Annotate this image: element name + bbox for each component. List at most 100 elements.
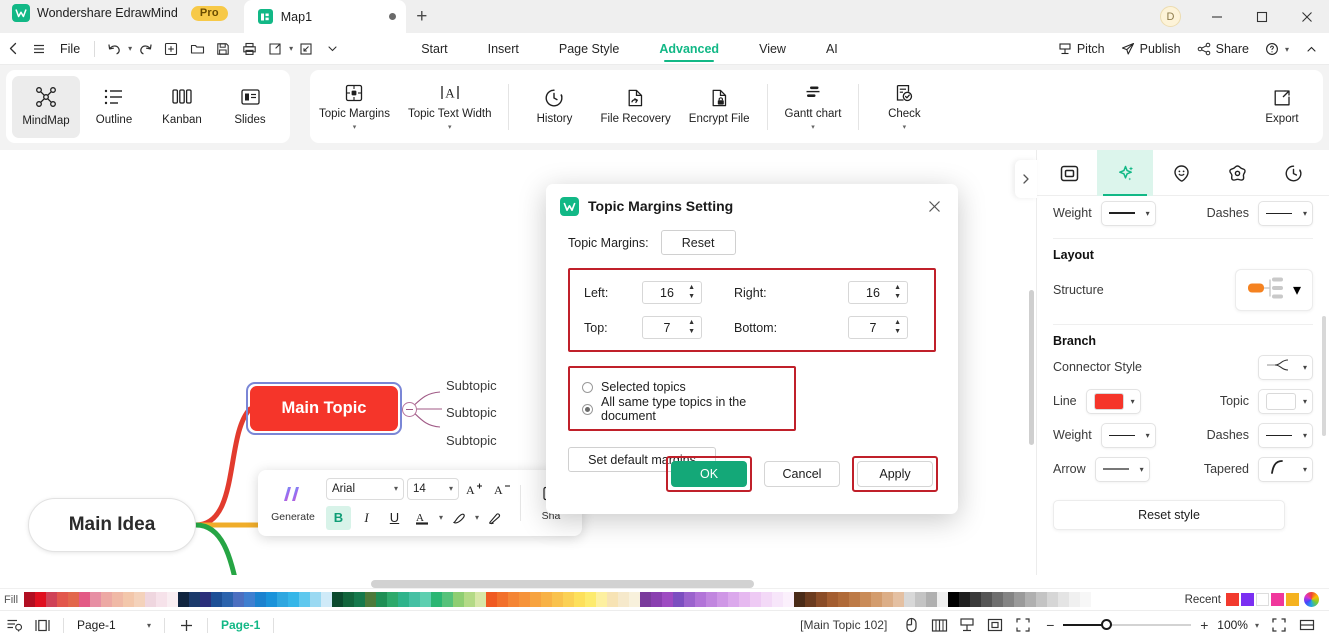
topic-text-width-caret-icon[interactable]: ▾	[448, 124, 452, 131]
export-share-icon[interactable]	[262, 36, 288, 62]
color-swatch[interactable]	[596, 592, 607, 607]
color-swatch[interactable]	[1036, 592, 1047, 607]
presentation-icon[interactable]	[953, 611, 981, 639]
history-button[interactable]: History	[517, 70, 591, 143]
color-swatch[interactable]	[651, 592, 662, 607]
reset-style-button[interactable]: Reset style	[1053, 500, 1285, 530]
color-swatch[interactable]	[783, 592, 794, 607]
color-swatch[interactable]	[948, 592, 959, 607]
apply-button[interactable]: Apply	[857, 461, 933, 487]
color-swatch[interactable]	[684, 592, 695, 607]
zoom-level-value[interactable]: 100%	[1217, 618, 1248, 632]
color-swatch[interactable]	[926, 592, 937, 607]
check-caret-icon[interactable]: ▾	[903, 124, 907, 131]
canvas-vertical-scrollbar[interactable]	[1029, 290, 1034, 445]
ai-generate-button[interactable]: Generate	[264, 474, 322, 532]
file-menu[interactable]: File	[52, 42, 88, 56]
gantt-chart-button[interactable]: Gantt chart ▾	[776, 70, 851, 143]
color-swatch[interactable]	[288, 592, 299, 607]
color-swatch[interactable]	[167, 592, 178, 607]
color-swatch[interactable]	[717, 592, 728, 607]
view-mindmap-button[interactable]: MindMap	[12, 75, 80, 138]
share-button[interactable]: Share	[1190, 33, 1256, 65]
spinner-arrows-icon[interactable]: ▲ ▼	[894, 284, 901, 300]
color-swatch[interactable]	[156, 592, 167, 607]
color-swatch[interactable]	[178, 592, 189, 607]
color-swatch[interactable]	[739, 592, 750, 607]
color-swatch[interactable]	[871, 592, 882, 607]
subtopic-red-1[interactable]: Subtopic	[446, 378, 497, 393]
weight-select-top[interactable]: ▾	[1100, 200, 1156, 226]
recent-color-swatch[interactable]	[1256, 593, 1269, 606]
color-swatch[interactable]	[409, 592, 420, 607]
open-folder-icon[interactable]	[184, 36, 210, 62]
zoom-slider[interactable]	[1063, 619, 1192, 630]
recent-color-swatch[interactable]	[1226, 593, 1239, 606]
zoom-in-button[interactable]: +	[1197, 617, 1211, 633]
node-main-idea[interactable]: Main Idea	[28, 498, 196, 552]
redo-icon[interactable]	[132, 36, 158, 62]
subtopic-red-2[interactable]: Subtopic	[446, 405, 497, 420]
color-swatch[interactable]	[244, 592, 255, 607]
color-swatch[interactable]	[299, 592, 310, 607]
bold-button[interactable]: B	[326, 505, 351, 530]
color-swatch[interactable]	[662, 592, 673, 607]
panel-vertical-scrollbar[interactable]	[1322, 316, 1326, 436]
zoom-dropdown-caret[interactable]: ▾	[1255, 621, 1259, 630]
publish-button[interactable]: Publish	[1114, 33, 1188, 65]
color-swatch[interactable]	[1047, 592, 1058, 607]
color-swatch[interactable]	[1080, 592, 1091, 607]
color-swatch[interactable]	[101, 592, 112, 607]
fit-to-window-icon[interactable]	[1265, 611, 1293, 639]
color-swatch[interactable]	[849, 592, 860, 607]
reset-button[interactable]: Reset	[660, 230, 736, 255]
color-swatch[interactable]	[123, 592, 134, 607]
check-button[interactable]: Check ▾	[867, 70, 941, 143]
color-swatch[interactable]	[486, 592, 497, 607]
spinner-arrows-icon[interactable]: ▲ ▼	[688, 319, 695, 335]
gantt-chart-caret-icon[interactable]: ▾	[811, 124, 815, 131]
view-kanban-button[interactable]: Kanban	[148, 76, 216, 138]
color-swatch[interactable]	[750, 592, 761, 607]
color-swatch[interactable]	[794, 592, 805, 607]
radio-button-checked[interactable]	[582, 403, 593, 415]
color-swatch[interactable]	[35, 592, 46, 607]
color-swatch[interactable]	[365, 592, 376, 607]
color-swatch[interactable]	[981, 592, 992, 607]
increase-font-size-button[interactable]: A	[462, 477, 487, 501]
bottom-margin-spinner[interactable]: 7 ▲ ▼	[848, 316, 908, 339]
color-swatch[interactable]	[442, 592, 453, 607]
color-swatch[interactable]	[563, 592, 574, 607]
color-swatch[interactable]	[618, 592, 629, 607]
add-page-button[interactable]	[172, 611, 200, 639]
color-swatch[interactable]	[343, 592, 354, 607]
color-swatch[interactable]	[354, 592, 365, 607]
collapse-ribbon-button[interactable]	[1298, 33, 1325, 65]
font-size-select[interactable]: 14 ▾	[407, 477, 459, 500]
tab-ai[interactable]: AI	[806, 33, 858, 65]
color-swatch[interactable]	[453, 592, 464, 607]
tab-start[interactable]: Start	[401, 33, 467, 65]
radio-button-unchecked[interactable]	[582, 381, 593, 393]
color-swatch[interactable]	[332, 592, 343, 607]
font-color-button[interactable]: A	[410, 506, 435, 530]
color-swatch[interactable]	[915, 592, 926, 607]
font-color-caret-icon[interactable]: ▾	[439, 513, 443, 522]
topic-color-select[interactable]: ▾	[1258, 388, 1313, 414]
color-swatch[interactable]	[706, 592, 717, 607]
fullscreen-icon[interactable]	[1009, 611, 1037, 639]
menu-hamburger-icon[interactable]	[26, 36, 52, 62]
color-swatch[interactable]	[541, 592, 552, 607]
color-swatch[interactable]	[816, 592, 827, 607]
panel-tab-ai-style[interactable]	[1097, 150, 1153, 196]
new-tab-button[interactable]: +	[406, 0, 438, 33]
topic-text-width-button[interactable]: A Topic Text Width ▾	[399, 70, 501, 143]
dashes-select[interactable]: ▾	[1258, 422, 1313, 448]
color-swatch[interactable]	[838, 592, 849, 607]
node-main-topic-red[interactable]: Main Topic	[250, 386, 398, 431]
color-swatch[interactable]	[310, 592, 321, 607]
print-icon[interactable]	[236, 36, 262, 62]
line-color-select[interactable]: ▾	[1085, 388, 1141, 414]
recent-swatch-list[interactable]	[1226, 593, 1299, 606]
file-recovery-button[interactable]: File Recovery	[591, 70, 679, 143]
